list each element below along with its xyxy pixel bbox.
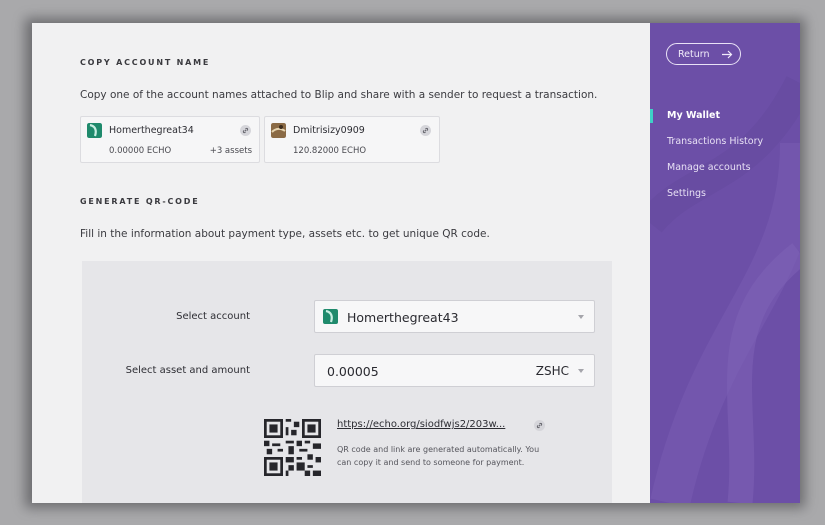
generate-qr-title: GENERATE QR-CODE xyxy=(80,197,200,206)
app-window: COPY ACCOUNT NAME Copy one of the accoun… xyxy=(32,23,800,503)
qr-code[interactable] xyxy=(264,419,321,476)
nav-item-transactions-history[interactable]: Transactions History xyxy=(667,136,763,147)
select-account-label: Select account xyxy=(176,311,250,322)
selected-account: Homerthegreat43 xyxy=(347,310,459,325)
nav-item-manage-accounts[interactable]: Manage accounts xyxy=(667,162,751,173)
copy-link-icon[interactable] xyxy=(420,125,431,136)
qr-note-line: can copy it and send to someone for paym… xyxy=(337,458,525,467)
account-name: Dmitrisizy0909 xyxy=(293,125,365,136)
account-name: Homerthegreat34 xyxy=(109,125,194,136)
main-content: COPY ACCOUNT NAME Copy one of the accoun… xyxy=(32,23,650,503)
account-balance: 0.00000 ECHO xyxy=(109,146,172,156)
account-select[interactable]: Homerthegreat43 xyxy=(314,300,595,333)
copy-account-title: COPY ACCOUNT NAME xyxy=(80,58,211,67)
account-avatar-icon xyxy=(271,123,286,138)
account-card-2[interactable]: Dmitrisizy0909 120.82000 ECHO xyxy=(264,116,440,163)
qr-note: QR code and link are generated automatic… xyxy=(337,443,539,469)
sidebar: Return My Wallet Transactions History Ma… xyxy=(650,23,800,503)
chevron-down-icon[interactable] xyxy=(578,369,584,373)
sidebar-background-pattern xyxy=(650,76,800,503)
qr-form-panel: Select account Homerthegreat43 Select as… xyxy=(82,261,612,503)
account-extra-assets: +3 assets xyxy=(209,146,252,156)
account-avatar-icon xyxy=(323,309,338,324)
select-asset-label: Select asset and amount xyxy=(125,365,250,376)
nav-item-settings[interactable]: Settings xyxy=(667,188,706,199)
arrow-right-icon xyxy=(721,50,732,58)
nav-item-my-wallet[interactable]: My Wallet xyxy=(667,110,720,121)
copy-link-icon[interactable] xyxy=(240,125,251,136)
generate-qr-description: Fill in the information about payment ty… xyxy=(80,228,490,240)
payment-link[interactable]: https://echo.org/siodfwjs2/203w... xyxy=(337,419,505,430)
account-card-1[interactable]: Homerthegreat34 0.00000 ECHO +3 assets xyxy=(80,116,260,163)
account-balance: 120.82000 ECHO xyxy=(293,146,367,156)
asset-amount-field[interactable]: 0.00005 ZSHC xyxy=(314,354,595,387)
return-button[interactable]: Return xyxy=(666,43,741,65)
chevron-down-icon xyxy=(578,315,584,319)
copy-account-description: Copy one of the account names attached t… xyxy=(80,89,598,101)
asset-select[interactable]: ZSHC xyxy=(536,364,569,378)
amount-input[interactable]: 0.00005 xyxy=(327,364,379,379)
return-label: Return xyxy=(678,48,710,60)
account-avatar-icon xyxy=(87,123,102,138)
copy-link-icon[interactable] xyxy=(534,420,545,431)
active-nav-indicator xyxy=(650,109,653,123)
qr-note-line: QR code and link are generated automatic… xyxy=(337,445,540,454)
